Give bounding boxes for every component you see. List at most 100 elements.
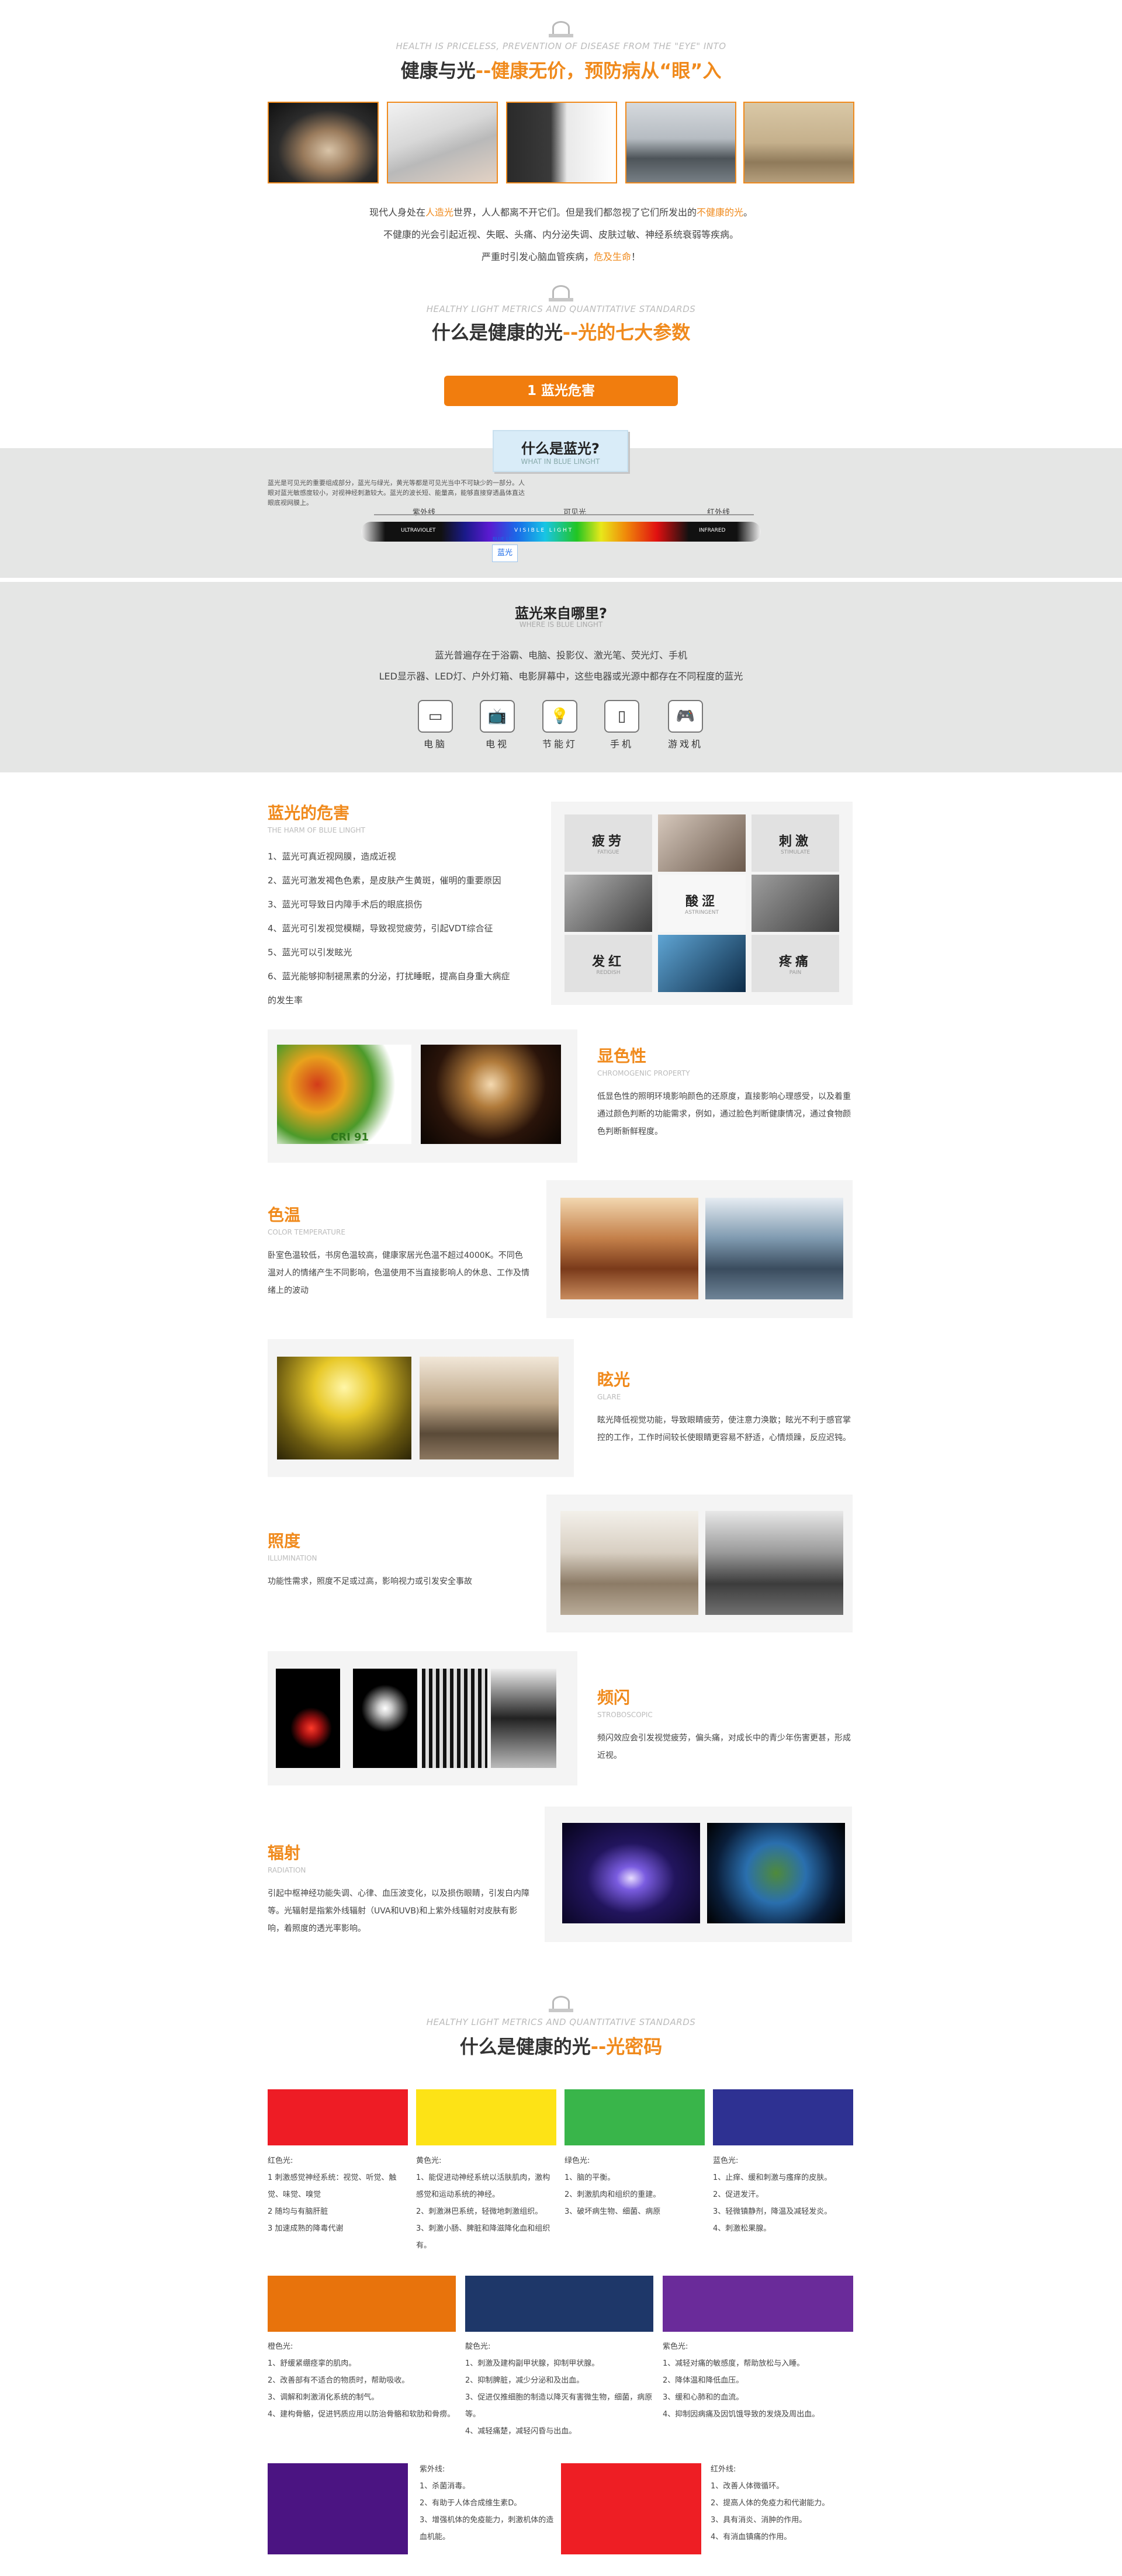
color-effect-line: 2、抑制脾脏，减少分泌和及出血。: [465, 2376, 584, 2385]
visible-label: 可见光: [563, 508, 587, 517]
photo-office-room: [625, 102, 736, 183]
tv-icon: 📺: [480, 700, 515, 733]
symptom-astringent: 酸涩 ASTRINGENT: [658, 875, 746, 932]
color-effect-line: 3、缓和心肺和的血流。: [663, 2393, 744, 2402]
radiation-lightning-photo: [562, 1823, 700, 1923]
color-name: 紫外线:: [420, 2465, 445, 2474]
color-effect-line: 1 刺激感觉神经系统：视觉、听觉、触觉、味觉、嗅觉: [268, 2173, 397, 2199]
color-name: 紫色光:: [663, 2342, 688, 2351]
color-swatch: [663, 2276, 853, 2332]
cri-image-panel: CRI 91: [268, 1029, 577, 1163]
color-effect-line: 1、脑的平衡。: [565, 2173, 615, 2182]
color-effect-line: 1、杀菌消毒。: [420, 2482, 470, 2491]
visible-bracket: [508, 514, 684, 515]
symptom-stimulate: 刺激 STIMULATE: [752, 814, 839, 872]
color-description: 紫色光: 1、减轻对痛的敏感度，帮助放松与入睡。 2、降体温和降低血压。 3、缓和心肺…: [663, 2338, 853, 2423]
flicker-image-panel: [268, 1651, 577, 1785]
brand-logo-icon: [539, 283, 583, 306]
color-effect-line: 2、有助于人体合成维生素D。: [420, 2499, 522, 2508]
color-effect-line: 3 加速成熟的降毒代谢: [268, 2224, 344, 2233]
color-swatch: [416, 2089, 556, 2145]
symptom-photo-2: [565, 875, 652, 932]
cri-text-block: 显色性 CHROMOGENIC PROPERTY 低显色性的照明环境影响颜色的还…: [597, 1046, 851, 1136]
device-tv: 📺 电视: [478, 700, 517, 750]
color-name: 红色光:: [268, 2157, 293, 2165]
params-title: 什么是健康的光--光的七大参数: [431, 321, 691, 344]
color-description: 黄色光: 1、能促进动神经系统以活肤肌肉，激构感觉和运动系统的神经。 2、刺激淋巴系…: [416, 2152, 556, 2254]
flicker-photo-4: [491, 1669, 556, 1768]
color-swatch: [268, 2089, 408, 2145]
color-name: 蓝色光:: [713, 2157, 739, 2165]
flicker-photo-1: [276, 1669, 340, 1768]
color-description: 红外线: 1、改善人体微循环。 2、提高人体的免疫力和代谢能力。 3、具有消炎、消肿的…: [711, 2461, 853, 2546]
cri-vegetables-photo: [277, 1045, 411, 1144]
blue-source-line1: 蓝光普遍存在于浴霸、电脑、投影仪、激光笔、荧光灯、手机: [434, 650, 687, 661]
blue-source-title: 蓝光来自哪里?: [515, 605, 607, 622]
color-description: 靛色光: 1、刺激及建构副甲状腺，抑制甲状腺。 2、抑制脾脏，减少分泌和及出血。 3、…: [465, 2338, 653, 2440]
color-effect-line: 4、抑制因病痛及因饥饿导致的发烧及周出血。: [663, 2410, 820, 2419]
cri-badge: CRI 91: [331, 1131, 369, 1143]
ir-bracket: [684, 514, 754, 515]
color-effect-line: 2、改善部有不适合的物质时，帮助吸收。: [268, 2376, 410, 2385]
symptom-photo-4: [658, 935, 746, 992]
color-description: 蓝色光: 1、止痒、缓和刺激与瘙痒的皮肤。 2、促进发汗。 3、轻微镇静剂，降温及减轻…: [713, 2152, 853, 2237]
symptom-photo-1: [658, 814, 746, 872]
color-effect-line: 3、增强机体的免疫能力，刺激机体的造血机能。: [420, 2516, 554, 2542]
harm-item: 3、蓝光可导致日内障手术后的眼底损伤: [268, 899, 423, 910]
harm-item: 6、蓝光能够抑制褪黑素的分泌，打扰睡眠，提高自身重大病症: [268, 971, 510, 982]
uv-en-label: ULTRAVIOLET: [401, 528, 436, 533]
device-gamepad: 🎮 游戏机: [666, 700, 705, 750]
color-effect-line: 4、刺激松果腺。: [713, 2224, 771, 2233]
brand-logo-icon: [539, 19, 583, 42]
color-description: 绿色光: 1、脑的平衡。 2、刺激肌肉和组织的重建。 3、破坏病生物、细菌、病原: [565, 2152, 705, 2220]
ir-en-label: INFRARED: [699, 528, 726, 533]
blue-source-line2: LED显示器、LED灯、户外灯箱、电影屏幕中，这些电器或光源中都存在不同程度的蓝…: [379, 671, 743, 682]
uv-bracket: [374, 514, 508, 515]
color-effect-line: 3、促进仅推细胞的制造以降灭有害微生物，细菌，病原等。: [465, 2393, 653, 2419]
gamepad-icon: 🎮: [668, 700, 703, 733]
illum-text-block: 照度 ILLUMINATION 功能性需求，照度不足或过高，影响视力或引发安全事…: [268, 1531, 472, 1586]
color-description: 红色光: 1 刺激感觉神经系统：视觉、听觉、触觉、味觉、嗅觉 2 随均与有脑肝脏 3 …: [268, 2152, 408, 2237]
harm-item: 2、蓝光可激发褐色色素，是皮肤产生黄斑，催明的重要原因: [268, 875, 501, 886]
color-effect-line: 3、轻微镇静剂，降温及减轻发炎。: [713, 2207, 832, 2216]
color-name: 黄色光:: [416, 2157, 442, 2165]
color-swatch: [565, 2089, 705, 2145]
page-title: 健康与光--健康无价，预防病从“眼”入: [400, 60, 722, 82]
color-effect-line: 3、具有消炎、消肿的作用。: [711, 2516, 807, 2525]
bulb-icon: 💡: [542, 700, 577, 733]
radiation-text-block: 辐射 RADIATION 引起中枢神经功能失调、心律、血压波变化，以及损伤眼睛，…: [268, 1843, 529, 1933]
what-is-blue-light-chip: 什么是蓝光? WHAT IN BLUE LINGHT: [493, 430, 628, 472]
device-phone: ▯ 手机: [602, 700, 641, 750]
photo-phone-hands: [268, 102, 379, 183]
harm-list: 1、蓝光可真近视网膜，造成近视 2、蓝光可激发褐色色素，是皮肤产生黄斑，催明的重…: [268, 845, 531, 1013]
color-effect-line: 2、提高人体的免疫力和代谢能力。: [711, 2499, 830, 2508]
color-swatch: [268, 2276, 456, 2332]
flicker-text-block: 频闪 STROBOSCOPIC 频闪效应会引发视觉疲劳，偏头痛，对成长中的青少年…: [597, 1688, 851, 1760]
illum-room-photo-1: [560, 1511, 698, 1615]
symptom-photo-3: [752, 875, 839, 932]
photo-laptop-typing: [387, 102, 498, 183]
color-swatch: [561, 2463, 701, 2554]
color-effect-line: 1、能促进动神经系统以活肤肌肉，激构感觉和运动系统的神经。: [416, 2173, 550, 2199]
device-energy-lamp: 💡 节能灯: [541, 700, 579, 750]
glare-text-block: 眩光 GLARE 眩光降低视觉功能，导致眼睛疲劳，使注意力涣散；眩光不利于感官掌…: [597, 1370, 851, 1443]
cct-image-panel: [546, 1180, 853, 1318]
ir-label: 红外线: [707, 508, 730, 517]
cct-text-block: 色温 COLOR TEMPERATURE 卧室色温较低，书房色温较高，健康家居光…: [268, 1205, 529, 1295]
color-swatch: [268, 2463, 408, 2554]
harm-item: 1、蓝光可真近视网膜，造成近视: [268, 851, 396, 862]
blue-light-en-tag: BLUE LIGHT: [493, 536, 520, 542]
glare-image-panel: [268, 1339, 574, 1477]
color-effect-line: 1、刺激及建构副甲状腺，抑制甲状腺。: [465, 2359, 600, 2368]
color-name: 红外线:: [711, 2465, 736, 2474]
harm-item: 5、蓝光可以引发眩光: [268, 947, 352, 958]
color-name: 绿色光:: [565, 2157, 590, 2165]
harm-item: 的发生率: [268, 995, 303, 1006]
cri-hands-photo: [421, 1045, 561, 1144]
flicker-photo-3: [422, 1669, 487, 1768]
photo-living-room: [743, 102, 854, 183]
color-name: 橙色光:: [268, 2342, 293, 2351]
cct-bedroom-photo: [560, 1198, 698, 1299]
blue-light-hazard-button[interactable]: 1 蓝光危害: [444, 376, 678, 406]
color-effect-line: 3、刺激小肠、脾脏和降滋降化血和组织有。: [416, 2224, 550, 2250]
